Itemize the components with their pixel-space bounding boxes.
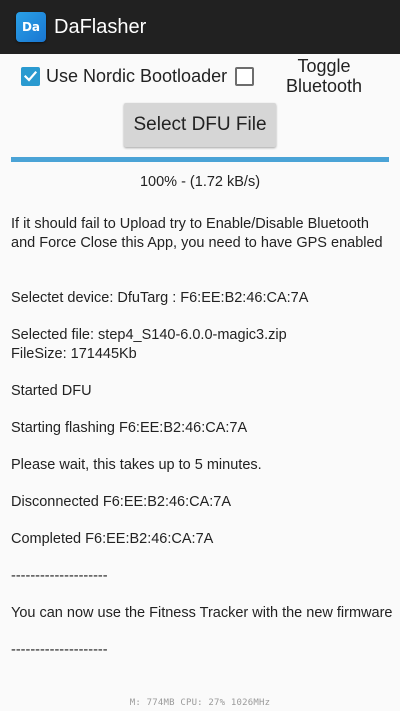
log-line: Completed F6:EE:B2:46:CA:7A (11, 530, 214, 547)
toggle-bluetooth-label[interactable]: Toggle Bluetooth (272, 56, 376, 96)
nordic-bootloader-checkbox[interactable] (21, 67, 40, 86)
log-line (11, 548, 393, 567)
log-line (11, 437, 393, 456)
log-line (11, 511, 393, 530)
upload-progress-fill (11, 157, 389, 162)
system-stats-overlay: M: 774MB CPU: 27% 1026MHz (129, 698, 271, 708)
log-line (11, 622, 393, 641)
checkmark-icon (23, 70, 38, 82)
log-line: FileSize: 171445Kb (11, 345, 137, 362)
log-line (11, 585, 393, 604)
log-line: -------------------- (11, 641, 108, 658)
nordic-bootloader-label[interactable]: Use Nordic Bootloader (46, 65, 227, 87)
log-line: If it should fail to Upload try to Enabl… (11, 216, 383, 251)
log-line: Disconnected F6:EE:B2:46:CA:7A (11, 493, 232, 510)
log-line (11, 400, 393, 419)
log-line: -------------------- (11, 567, 108, 584)
select-dfu-file-button[interactable]: Select DFU File (124, 103, 276, 147)
log-line (11, 363, 393, 382)
log-line: Please wait, this takes up to 5 minutes. (11, 456, 262, 473)
dfu-log: If it should fail to Upload try to Enabl… (11, 215, 393, 659)
progress-status-text: 100% - (1.72 kB/s) (139, 174, 261, 190)
log-line (11, 271, 393, 290)
app-bar: Da DaFlasher (0, 0, 400, 54)
toggle-bluetooth-checkbox[interactable] (235, 67, 254, 86)
app-title: DaFlasher (54, 16, 147, 38)
main-content: Use Nordic Bootloader Toggle Bluetooth S… (0, 54, 400, 711)
log-line: Starting flashing F6:EE:B2:46:CA:7A (11, 419, 248, 436)
upload-progress-bar (11, 157, 389, 162)
log-line (11, 252, 393, 271)
log-line (11, 474, 393, 493)
log-line: Selected file: step4_S140-6.0.0-magic3.z… (11, 327, 287, 343)
app-logo-icon: Da (16, 12, 46, 42)
log-line: You can now use the Fitness Tracker with… (11, 604, 393, 621)
log-line: Started DFU (11, 382, 92, 399)
log-line (11, 308, 393, 327)
log-line: Selectet device: DfuTarg : F6:EE:B2:46:C… (11, 290, 309, 306)
